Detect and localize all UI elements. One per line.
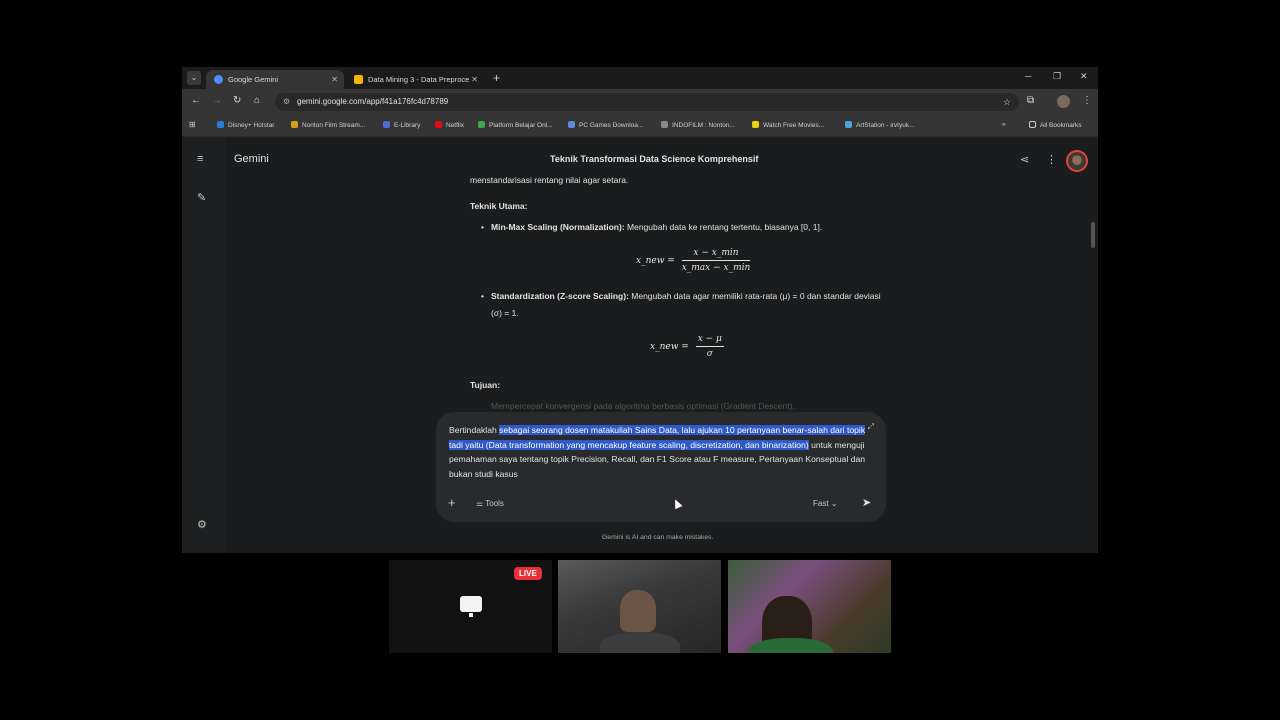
bookmark-item[interactable]: PC Games Downloa... (568, 121, 643, 129)
reload-icon[interactable]: ↻ (233, 95, 241, 106)
bookmark-favicon-icon (478, 121, 485, 128)
tools-button[interactable]: ⚌ Tools (476, 499, 504, 508)
settings-gear-icon[interactable]: ⚙ (197, 518, 207, 531)
minimize-icon[interactable]: ─ (1025, 71, 1031, 81)
add-icon[interactable]: + (448, 495, 456, 510)
url-text: gemini.google.com/app/f41a176fc4d78789 (297, 97, 449, 106)
bookmark-favicon-icon (383, 121, 390, 128)
formula-denominator: σ (706, 349, 713, 359)
tab-strip: ⌄ Google Gemini ✕ Data Mining 3 - Data P… (182, 67, 1098, 89)
all-bookmarks-folder[interactable]: All Bookmarks (1029, 121, 1082, 129)
more-options-icon[interactable]: ⋮ (1046, 153, 1057, 166)
formula-lhs: x_new = (650, 342, 689, 352)
bullet-min-max: Min-Max Scaling (Normalization): Menguba… (481, 219, 886, 236)
formula-lhs: x_new = (636, 256, 675, 266)
share-icon[interactable]: ⋖ (1020, 153, 1029, 166)
bullet-standardization: Standardization (Z-score Scaling): Mengu… (481, 288, 886, 322)
tab-google-gemini[interactable]: Google Gemini ✕ (206, 70, 344, 89)
bookmark-item[interactable]: Nonton Film Stream... (291, 121, 365, 129)
prompt-text-start: Bertindaklah (449, 425, 500, 435)
tab-title: Data Mining 3 - Data Preproce (368, 75, 470, 84)
bookmark-item[interactable]: INDOFILM : Nonton... (661, 121, 735, 129)
chevron-down-icon: ⌄ (828, 499, 838, 508)
selected-text: sebagai seorang dosen matakuliah Sains D… (449, 425, 866, 450)
bullet-text: Mengubah data ke rentang tertentu, biasa… (624, 222, 823, 232)
participant-body (600, 632, 680, 653)
menu-icon[interactable]: ≡ (197, 153, 203, 165)
gemini-favicon-icon (214, 75, 223, 84)
formula-numerator: x − μ (695, 334, 724, 347)
bookmark-favicon-icon (568, 121, 575, 128)
participant-face (620, 590, 656, 632)
new-chat-icon[interactable]: ✎ (197, 191, 206, 204)
restore-icon[interactable]: ❐ (1053, 71, 1061, 82)
bookmarks-bar: ⊞ Disney+ Hotstar Nonton Film Stream... … (182, 115, 1098, 137)
expand-icon[interactable]: ⤢ (868, 422, 874, 432)
address-bar[interactable]: ⚙ gemini.google.com/app/f41a176fc4d78789… (275, 93, 1019, 111)
participant-body (748, 638, 833, 653)
folder-icon (1029, 121, 1036, 128)
gemini-brand[interactable]: Gemini (234, 153, 269, 165)
bullet-bold: Standardization (Z-score Scaling): (491, 291, 629, 301)
browser-window: ⌄ Google Gemini ✕ Data Mining 3 - Data P… (182, 67, 1098, 553)
home-icon[interactable]: ⌂ (254, 95, 260, 106)
browser-toolbar: ← → ↻ ⌂ ⚙ gemini.google.com/app/f41a176f… (182, 89, 1098, 115)
bookmark-item[interactable]: Watch Free Movies... (752, 121, 824, 129)
live-badge: LIVE (514, 567, 542, 580)
bookmark-item[interactable]: Platform Belajar Onl... (478, 121, 553, 129)
bookmark-item[interactable]: Disney+ Hotstar (217, 121, 274, 129)
tab-title: Google Gemini (228, 75, 279, 84)
bookmark-favicon-icon (217, 121, 224, 128)
close-tab-icon[interactable]: ✕ (471, 70, 478, 89)
section-heading: Tujuan: (470, 380, 501, 390)
back-icon[interactable]: ← (191, 95, 201, 106)
bullet-bold: Min-Max Scaling (Normalization): (491, 222, 625, 232)
bookmark-item[interactable]: Netflix (435, 121, 464, 129)
apps-grid-icon[interactable]: ⊞ (189, 120, 196, 129)
sidebar: ≡ ✎ ⚙ (182, 138, 226, 553)
response-text-line: menstandarisasi rentang nilai agar setar… (470, 175, 629, 185)
more-bookmarks-icon[interactable]: » (1002, 121, 1006, 128)
bookmark-favicon-icon (661, 121, 668, 128)
formula-denominator: x_max − x_min (681, 263, 751, 273)
tab-data-mining[interactable]: Data Mining 3 - Data Preproce ✕ (346, 70, 484, 89)
faded-text-line: Mempercepat konvergensi pada algoritma b… (491, 401, 795, 411)
forward-icon[interactable]: → (212, 95, 222, 106)
bookmark-favicon-icon (291, 121, 298, 128)
bookmark-favicon-icon (845, 121, 852, 128)
formula-numerator: x − x_min (681, 248, 751, 261)
zscore-formula: x_new = x − μ σ (650, 334, 724, 359)
extensions-icon[interactable]: ⧉ (1027, 95, 1034, 106)
gemini-app: ≡ ✎ ⚙ Gemini Teknik Transformasi Data Sc… (182, 138, 1098, 553)
bookmark-favicon-icon (752, 121, 759, 128)
bookmark-item[interactable]: E-Library (383, 121, 420, 129)
screen-share-icon (460, 596, 482, 617)
prompt-input[interactable]: Bertindaklah sebagai seorang dosen matak… (449, 423, 869, 481)
bookmark-item[interactable]: ArtStation - irvIyuk... (845, 121, 915, 129)
section-heading: Teknik Utama: (470, 201, 528, 211)
tools-icon: ⚌ (476, 499, 486, 508)
avatar[interactable] (1066, 150, 1088, 172)
close-tab-icon[interactable]: ✕ (331, 70, 338, 89)
site-info-icon[interactable]: ⚙ (283, 93, 290, 111)
tab-search-icon[interactable]: ⌄ (187, 71, 201, 85)
conversation-title: Teknik Transformasi Data Science Kompreh… (550, 154, 759, 164)
participant-video-tile[interactable] (558, 560, 721, 653)
send-icon[interactable]: ➤ (862, 496, 871, 509)
scrollbar[interactable] (1091, 222, 1095, 248)
screen-share-tile[interactable]: LIVE (389, 560, 552, 653)
slides-favicon-icon (354, 75, 363, 84)
min-max-formula: x_new = x − x_min x_max − x_min (636, 248, 751, 273)
bookmark-star-icon[interactable]: ☆ (1003, 93, 1011, 111)
bookmark-favicon-icon (435, 121, 442, 128)
close-window-icon[interactable]: ✕ (1080, 71, 1088, 82)
browser-menu-icon[interactable]: ⋮ (1082, 95, 1092, 106)
profile-icon[interactable] (1057, 95, 1070, 108)
prompt-box[interactable]: Bertindaklah sebagai seorang dosen matak… (436, 412, 886, 522)
participant-video-tile[interactable] (728, 560, 891, 653)
model-mode-dropdown[interactable]: Fast ⌄ (813, 499, 838, 508)
disclaimer-text: Gemini is AI and can make mistakes. (602, 534, 714, 541)
new-tab-icon[interactable]: + (493, 71, 500, 85)
